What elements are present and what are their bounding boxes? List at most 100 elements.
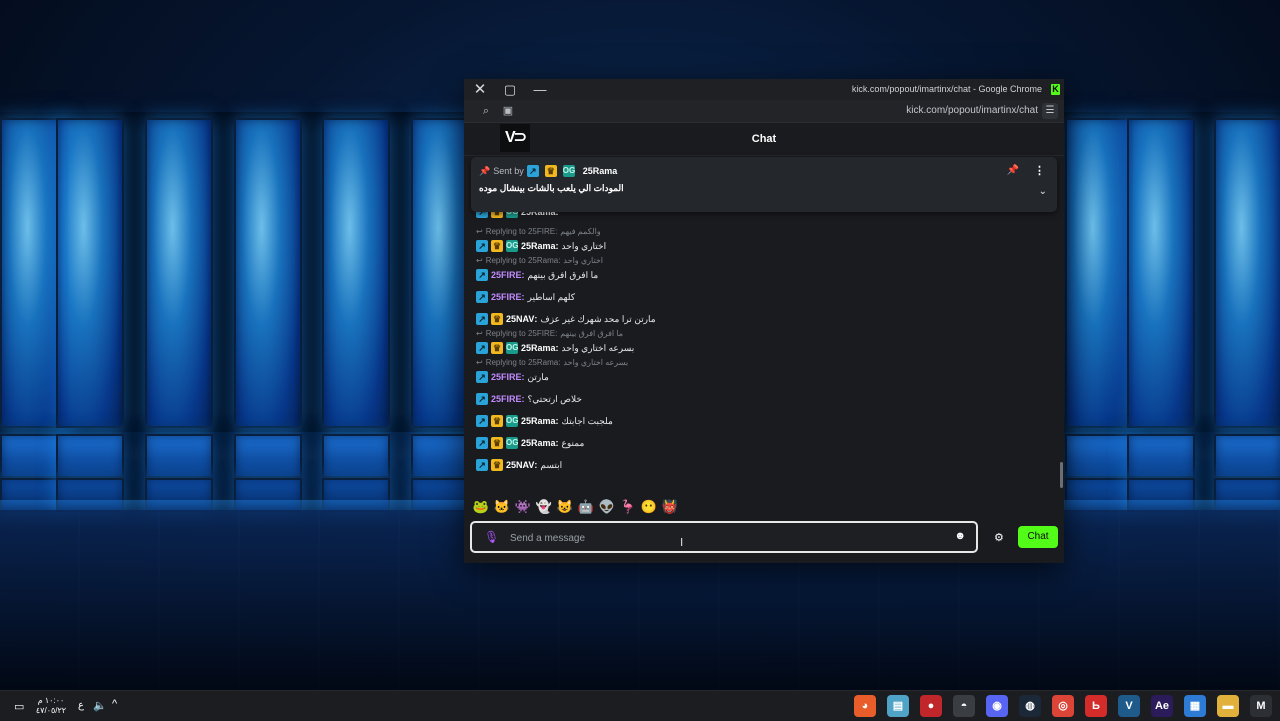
photos-app-icon[interactable]: ◕ <box>854 695 876 717</box>
emote-icon[interactable]: 🐱 <box>493 498 511 516</box>
emote-icon[interactable]: 😺 <box>556 498 574 516</box>
message-text: ابتسم <box>540 459 563 470</box>
wallpaper-panel <box>322 118 390 428</box>
discord-app-icon[interactable]: ◉ <box>986 695 1008 717</box>
translate-icon[interactable]: ▣ <box>500 103 516 119</box>
site-settings-icon[interactable]: ☰ <box>1042 103 1058 119</box>
system-clock[interactable]: ١٠:٠٠ م ٤٧/٠٥/٢٢ <box>34 696 68 716</box>
address-bar: ⌕ ▣ kick.com/popout/imartinx/chat ☰ <box>464 100 1064 123</box>
show-hidden-icons-icon[interactable]: ^ <box>112 698 117 710</box>
pinned-username[interactable]: 25Rama <box>583 166 618 176</box>
og-badge-icon: OG <box>506 240 519 252</box>
crown-badge-icon: ♛ <box>491 415 503 427</box>
chat-message[interactable]: ↗ ♛ 25NAV: ابتسم <box>476 457 562 473</box>
username[interactable]: 25Rama <box>521 438 556 448</box>
chat-settings-gear-icon[interactable]: ⚙ <box>994 531 1004 544</box>
steam-app-icon[interactable]: ◍ <box>1019 695 1041 717</box>
reply-context[interactable]: ↩ Replying to 25Rama: بسرعه اختاري واحد <box>476 357 628 368</box>
emote-icon[interactable]: 🦩 <box>619 498 637 516</box>
game-app-icon[interactable]: ● <box>920 695 942 717</box>
vegas-app-icon[interactable]: V <box>1118 695 1140 717</box>
chat-message[interactable]: ↗ 25FIRE: ما افرق افرق بينهم <box>476 267 598 283</box>
minimize-icon[interactable]: — <box>525 79 555 100</box>
emote-icon[interactable]: 🐸 <box>472 498 490 516</box>
username[interactable]: 25Rama <box>521 241 556 251</box>
username-colon: : <box>534 460 538 470</box>
emote-icon[interactable]: 👽 <box>598 498 616 516</box>
username[interactable]: 25FIRE <box>491 372 522 382</box>
reply-context[interactable]: ↩ Replying to 25Rama: اختاري واحد <box>476 255 603 266</box>
chat-message[interactable]: ↗ 25FIRE: مارتن <box>476 369 549 385</box>
reply-quote: والكمم فيهم <box>560 227 601 236</box>
folder-app-icon[interactable]: ▬ <box>1217 695 1239 717</box>
chat-message[interactable]: ↗ ♛ OG 25Rama: ممنوع <box>476 435 584 451</box>
emote-icon[interactable]: 👾 <box>514 498 532 516</box>
chat-message[interactable]: ↗ ♛ OG 25Rama: بسرعه اختاري واحد <box>476 340 634 356</box>
wallpaper-panel <box>234 118 302 428</box>
wallpaper-panel <box>1214 118 1280 428</box>
reply-to-label: Replying to 25Rama: <box>485 358 561 367</box>
username[interactable]: 25Rama <box>521 343 556 353</box>
mail-app-icon[interactable]: M <box>1250 695 1272 717</box>
chat-message[interactable]: ↗ ♛ OG 25Rama: ملجبت اجابتك <box>476 413 613 429</box>
username[interactable]: 25FIRE <box>491 270 522 280</box>
notes-app-icon[interactable]: ▤ <box>887 695 909 717</box>
message-input[interactable] <box>508 528 952 548</box>
chat-message-list[interactable]: ↗ ♛ OG 25Rama: ↩Replying to 25FIRE:والكم… <box>476 203 1056 488</box>
ghost-app-icon[interactable]: ◓ <box>953 695 975 717</box>
microphone-icon[interactable]: 🎙 <box>484 530 499 544</box>
more-options-icon[interactable]: ⋮ <box>1034 164 1045 177</box>
language-indicator[interactable]: ع <box>78 700 84 711</box>
username-colon: : <box>555 416 559 426</box>
chat-scrollbar[interactable] <box>1060 462 1063 488</box>
emoji-picker-icon[interactable]: ☻ <box>954 530 966 542</box>
wallpaper-panel <box>145 118 213 428</box>
emote-icon[interactable]: 👹 <box>661 498 679 516</box>
window-title: kick.com/popout/imartinx/chat - Google C… <box>851 84 1042 94</box>
volume-icon[interactable]: 🔈 <box>93 699 107 712</box>
arrow-badge-icon: ↗ <box>476 240 488 252</box>
pinned-text: المودات الي يلعب بالشات بينشال موده <box>479 183 624 193</box>
reply-quote: بسرعه اختاري واحد <box>563 358 629 367</box>
username[interactable]: 25FIRE <box>491 394 522 404</box>
store-app-icon[interactable]: ▦ <box>1184 695 1206 717</box>
chat-header: V⊃ Chat <box>464 123 1064 156</box>
wallpaper-panel <box>234 434 302 478</box>
chrome-app-icon[interactable]: ◎ <box>1052 695 1074 717</box>
close-icon[interactable]: ✕ <box>465 79 495 100</box>
username-colon: : <box>521 394 525 404</box>
unpin-icon[interactable]: 📌 <box>1007 165 1019 176</box>
username-colon: : <box>521 292 525 302</box>
zoom-icon[interactable]: ⌕ <box>478 103 494 119</box>
chat-message[interactable]: ↗ ♛ 25NAV: مارتن ترا محد شهرك غير عزف <box>476 311 656 327</box>
reply-context[interactable]: ↩ Replying to 25FIRE: والكمم فيهم <box>476 226 601 237</box>
arrow-badge-icon: ↗ <box>526 165 539 177</box>
username[interactable]: 25NAV <box>506 460 534 470</box>
red-app-icon[interactable]: Ь <box>1085 695 1107 717</box>
chat-message[interactable]: ↗ ♛ OG 25Rama: اختاري واحد <box>476 238 606 254</box>
emote-icon[interactable]: 😶 <box>640 498 658 516</box>
og-badge-icon: OG <box>506 437 519 449</box>
send-chat-button[interactable]: Chat <box>1018 526 1058 548</box>
after-effects-app-icon[interactable]: Ae <box>1151 695 1173 717</box>
message-text: ما افرق افرق بينهم <box>527 269 599 280</box>
pinned-message[interactable]: 📌 Sent by ↗ ♛ OG 25Rama المودات الي يلعب… <box>471 157 1057 212</box>
chat-message[interactable]: ↗ 25FIRE: كلهم اساطير <box>476 289 575 305</box>
reply-context[interactable]: ↩ Replying to 25FIRE: ما افرق افرق بينهم <box>476 328 623 339</box>
username[interactable]: 25NAV <box>506 314 534 324</box>
emote-icon[interactable]: 👻 <box>535 498 553 516</box>
chat-message[interactable]: ↗ 25FIRE: خلاص ارتحتي؟ <box>476 391 582 407</box>
maximize-icon[interactable]: ▢ <box>495 79 525 100</box>
username[interactable]: 25FIRE <box>491 292 522 302</box>
wallpaper-panel <box>1065 434 1133 478</box>
og-badge-icon: OG <box>506 342 519 354</box>
pinned-sender: 📌 Sent by ↗ ♛ OG 25Rama <box>479 165 617 177</box>
username[interactable]: 25Rama <box>521 416 556 426</box>
chevron-down-icon[interactable]: ⌄ <box>1039 186 1047 197</box>
notification-icon[interactable]: ▭ <box>14 700 24 713</box>
taskbar: ▭ ١٠:٠٠ م ٤٧/٠٥/٢٢ ع 🔈 ^ ◕ ▤ ● ◓ ◉ ◍ ◎ Ь V Ae ▦ ▬ M <box>0 690 1280 721</box>
message-text: خلاص ارتحتي؟ <box>527 393 582 404</box>
emote-icon[interactable]: 🤖 <box>577 498 595 516</box>
recent-emotes: 🐸 🐱 👾 👻 😺 🤖 👽 🦩 😶 👹 <box>472 498 679 516</box>
url-text[interactable]: kick.com/popout/imartinx/chat <box>906 100 1038 122</box>
